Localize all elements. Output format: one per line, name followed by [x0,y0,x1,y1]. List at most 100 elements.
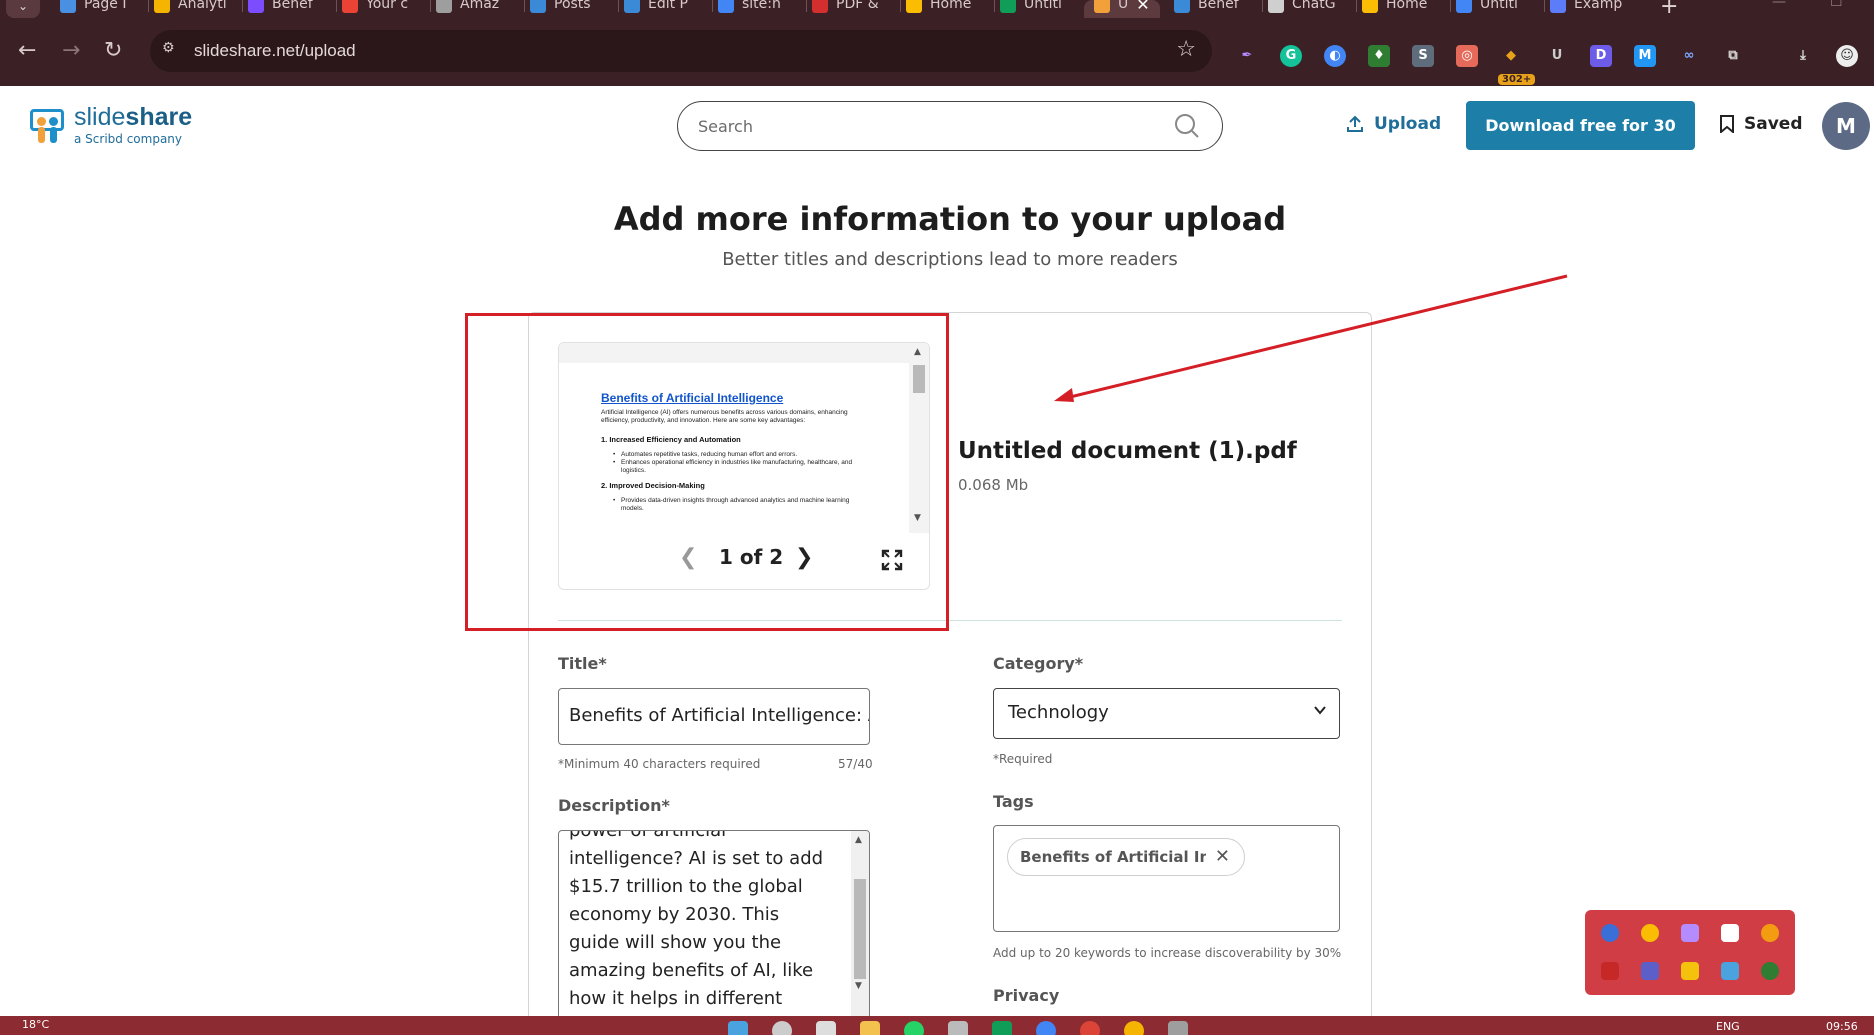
weather-widget[interactable]: 18°C [22,1018,49,1031]
browser-tab[interactable]: Home [906,0,971,18]
description-textarea[interactable]: power of artificial intelligence? AI is … [558,830,870,1035]
tab-title: Benef [1198,0,1239,12]
whatsapp-icon[interactable] [904,1021,924,1035]
language-indicator[interactable]: ENG [1716,1020,1740,1033]
search-icon[interactable] [1174,113,1200,139]
file-explorer-icon[interactable] [860,1021,880,1035]
tab-search-button[interactable]: ⌄ [6,0,40,18]
browser-tab[interactable]: Edit P [624,0,688,18]
logo-wordmark: slideshare [74,103,193,131]
tags-hint: Add up to 20 keywords to increase discov… [993,946,1342,960]
browser-tab[interactable]: Page I [60,0,126,18]
drive-icon[interactable] [992,1021,1012,1035]
ubersuggest-extension-icon[interactable]: ◆ [1500,45,1522,67]
new-tab-button[interactable]: + [1660,0,1678,18]
download-free-button[interactable]: Download free for 30 days [1466,101,1695,184]
tab-separator [242,0,243,12]
shield-tray-icon[interactable] [1721,924,1739,942]
tab-separator [336,0,337,12]
chrome-profile-icon[interactable] [1080,1021,1100,1035]
minimize-button[interactable]: — [1772,0,1786,10]
green-tray-icon[interactable] [1761,962,1779,980]
tab-title: ChatG [1292,0,1336,12]
browser-tab[interactable]: Benef [248,0,313,18]
browser-tab[interactable]: ChatG [1268,0,1336,18]
store-icon[interactable] [948,1021,968,1035]
tab-favicon-icon [1094,0,1110,13]
m-extension-icon[interactable]: M [1634,45,1656,67]
tab-title: Your c [366,0,409,12]
google-extension-icon[interactable]: ◐ [1324,45,1346,67]
description-scrollbar[interactable]: ▲ ▼ [851,831,869,1035]
download-icon[interactable]: ⤓ [1792,45,1814,67]
category-select[interactable]: Technology [993,688,1340,739]
browser-tab[interactable]: Benef [1174,0,1239,18]
url-text[interactable]: slideshare.net/upload [194,41,356,61]
seo-extension-icon[interactable]: S [1412,45,1434,67]
back-icon[interactable]: ← [18,40,36,62]
teams-tray-icon[interactable] [1641,962,1659,980]
bookmark-star-icon[interactable]: ☆ [1176,37,1196,62]
screenshot-extension-icon[interactable]: ◎ [1456,45,1478,67]
description-text[interactable]: power of artificial intelligence? AI is … [569,831,835,1035]
orange-tray-icon[interactable] [1761,924,1779,942]
search-bar[interactable] [677,101,1223,151]
profile-icon[interactable]: ☺ [1836,45,1858,67]
scroll-up-icon[interactable]: ▲ [855,835,862,845]
extensions-puzzle-icon[interactable]: ⧉ [1722,45,1744,67]
forward-icon[interactable]: → [62,40,80,62]
u-extension-icon[interactable]: U [1546,45,1568,67]
scroll-down-icon[interactable]: ▼ [855,981,862,991]
browser-tab[interactable]: Your c [342,0,408,18]
title-input[interactable]: Benefits of Artificial Intelligence: A C… [558,688,870,745]
browser-tab[interactable]: site:h [718,0,781,18]
user-avatar[interactable]: M [1822,102,1870,150]
browser-tab[interactable]: Examp [1550,0,1622,18]
browser-tab[interactable]: PDF & [812,0,879,18]
taskbar-search-icon[interactable] [772,1021,792,1035]
chrome-profile-2-icon[interactable] [1124,1021,1144,1035]
browser-tab[interactable]: Home [1362,0,1427,18]
tag-chip-label: Benefits of Artificial Intelli [1020,848,1206,866]
close-icon[interactable]: ✕ [1215,846,1230,867]
os-taskbar: 18°C ENG 09:56 AM [0,1016,1874,1035]
tab-title: Edit P [648,0,689,12]
tray-app-icon[interactable] [1601,924,1619,942]
site-info-icon[interactable]: ⚙ [162,40,182,60]
tab-separator [1262,0,1263,12]
yellow-tray-icon[interactable] [1681,962,1699,980]
link-extension-icon[interactable]: ∞ [1678,45,1700,67]
red-tray-icon[interactable] [1601,962,1619,980]
browser-tab[interactable]: Untitl [1456,0,1518,18]
tab-favicon-icon [60,0,76,13]
green-extension-icon[interactable]: ♦ [1368,45,1390,67]
tab-close-icon[interactable]: ✕ [1136,0,1149,14]
quill-extension-icon[interactable]: ✒ [1236,45,1258,67]
browser-tab[interactable]: Posts [530,0,591,18]
description-scroll-thumb[interactable] [854,879,866,979]
quill-tray-icon[interactable] [1681,924,1699,942]
windows-start-icon[interactable] [728,1021,748,1035]
d-extension-icon[interactable]: D [1590,45,1612,67]
reload-icon[interactable]: ↻ [104,40,122,62]
slideshare-logo[interactable]: slideshare a Scribd company [30,104,192,146]
grammarly-extension-icon[interactable]: G [1280,45,1302,67]
tags-input[interactable]: Benefits of Artificial Intelli ✕ [993,825,1340,932]
chrome-taskbar-icon[interactable] [1036,1021,1056,1035]
search-input[interactable] [698,114,1158,138]
browser-tab[interactable]: U ✕ [1084,0,1160,18]
tab-separator [618,0,619,12]
saved-link[interactable]: Saved [1720,114,1803,134]
browser-tab[interactable]: Amaz [436,0,499,18]
address-bar[interactable]: ⚙ slideshare.net/upload ☆ [150,30,1212,72]
app-taskbar-icon[interactable] [1168,1021,1188,1035]
upload-link[interactable]: Upload [1346,114,1441,134]
blue-tray-icon[interactable] [1721,962,1739,980]
browser-tab[interactable]: Analyti [154,0,227,18]
tab-title: Amaz [460,0,500,12]
task-view-icon[interactable] [816,1021,836,1035]
maximize-button[interactable]: ☐ [1830,0,1843,10]
chrome-tray-icon[interactable] [1641,924,1659,942]
clock[interactable]: 09:56 AM [1826,1020,1874,1035]
browser-tab[interactable]: Untitl [1000,0,1062,18]
